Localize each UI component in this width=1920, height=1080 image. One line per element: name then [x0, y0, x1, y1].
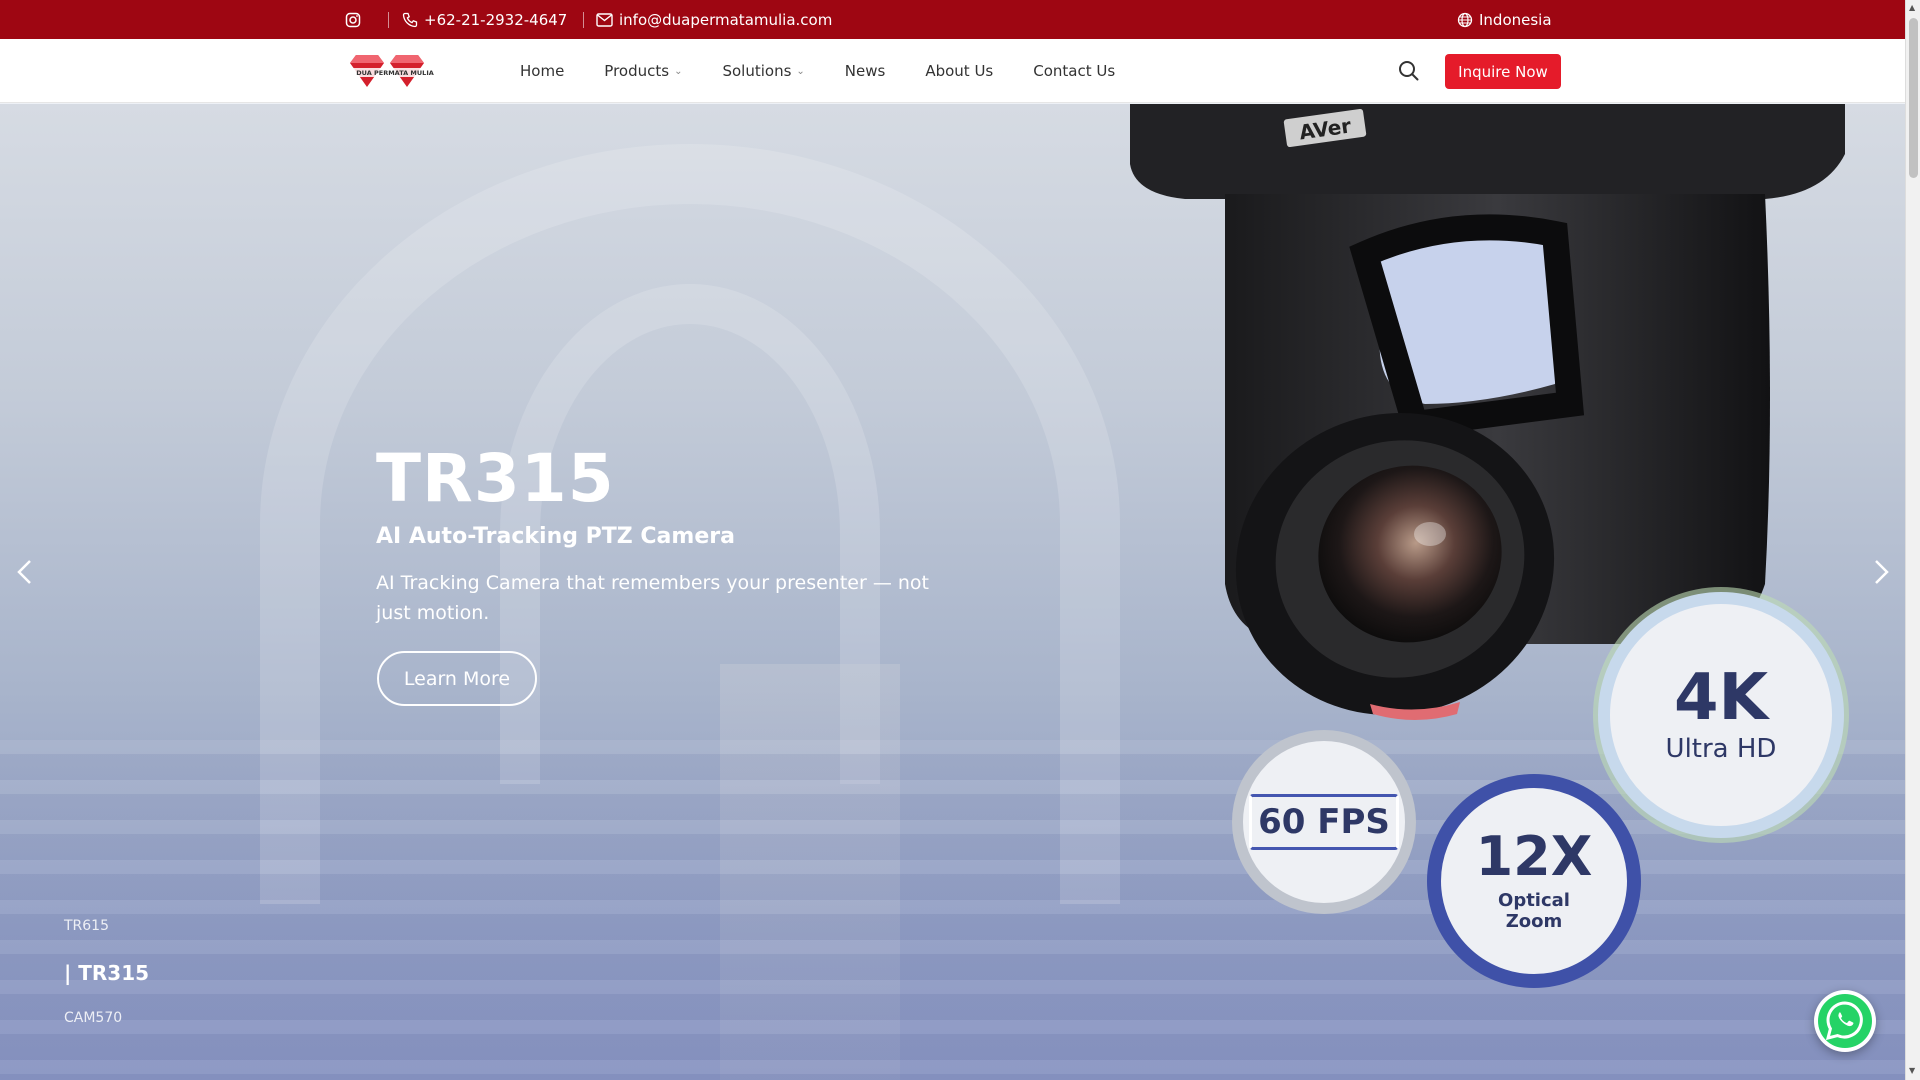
badge-res-big: 4K [1673, 661, 1769, 735]
phone-link[interactable]: +62-21-2932-4647 [402, 0, 567, 39]
badge-fps: 60 FPS [1249, 794, 1399, 850]
slide-tab-tr315[interactable]: | TR315 [64, 961, 149, 985]
hero-subtitle: AI Auto-Tracking PTZ Camera [376, 524, 735, 549]
globe-icon [1457, 12, 1473, 27]
mail-icon [596, 12, 613, 27]
nav-item-about[interactable]: About Us [925, 62, 993, 80]
badge-4k: 4K Ultra HD [1598, 592, 1844, 838]
nav-label: Solutions [722, 62, 792, 80]
next-slide-button[interactable] [1866, 555, 1896, 589]
scroll-down-icon[interactable]: ▼ [1909, 1066, 1915, 1075]
email-link[interactable]: info@duapermatamulia.com [596, 0, 832, 39]
badge-zoom-line2: Zoom [1505, 911, 1563, 932]
main-nav: DUA PERMATA MULIA Home Products ⌄ Solutio… [0, 39, 1905, 103]
language-label: Indonesia [1479, 10, 1552, 29]
chevron-right-icon [1875, 560, 1889, 584]
site-logo[interactable]: DUA PERMATA MULIA [350, 49, 440, 93]
divider [583, 12, 584, 28]
chevron-down-icon: ⌄ [796, 65, 805, 77]
nav-item-news[interactable]: News [845, 62, 886, 80]
nav-item-products[interactable]: Products ⌄ [604, 62, 682, 80]
chevron-down-icon: ⌄ [674, 65, 683, 77]
hero-title: TR315 [376, 440, 615, 517]
nav-label: News [844, 62, 886, 80]
search-icon [1399, 61, 1419, 81]
divider [388, 12, 389, 28]
nav-menu: Home Products ⌄ Solutions ⌄ News About Us … [520, 39, 1115, 103]
top-bar: +62-21-2932-4647 info@duapermatamulia.co… [0, 0, 1905, 39]
nav-item-home[interactable]: Home [520, 62, 564, 80]
badge-zoom-big: 12X [1475, 825, 1593, 888]
chevron-left-icon [17, 560, 31, 584]
instagram-link[interactable] [345, 0, 361, 39]
nav-label: Products [604, 62, 670, 80]
whatsapp-chat-button[interactable] [1814, 990, 1876, 1052]
badge-12x-zoom: 12X Optical Zoom [1427, 774, 1641, 988]
hero-description: AI Tracking Camera that remembers your p… [376, 572, 929, 624]
badge-res-small: Ultra HD [1665, 734, 1777, 764]
inquire-now-button[interactable]: Inquire Now [1445, 54, 1561, 89]
prev-slide-button[interactable] [10, 555, 40, 589]
badge-zoom-line1: Optical [1498, 890, 1570, 911]
scrollbar-thumb[interactable] [1909, 18, 1918, 178]
phone-number: +62-21-2932-4647 [424, 10, 568, 29]
nav-label: About Us [925, 62, 994, 80]
nav-label: Contact Us [1033, 62, 1116, 80]
badge-60fps: 60 FPS [1232, 730, 1416, 914]
search-button[interactable] [1397, 59, 1421, 83]
email-address: info@duapermatamulia.com [619, 10, 833, 29]
nav-item-contact[interactable]: Contact Us [1033, 62, 1115, 80]
scroll-up-icon[interactable]: ▲ [1909, 3, 1915, 12]
learn-more-button[interactable]: Learn More [377, 651, 537, 706]
nav-label: Home [520, 62, 565, 80]
slide-tab-cam570[interactable]: CAM570 [64, 1010, 122, 1026]
logo-text: DUA PERMATA MULIA [356, 69, 434, 77]
language-selector[interactable]: Indonesia [1457, 0, 1552, 39]
page-scrollbar[interactable]: ▲ ▼ [1905, 0, 1920, 1080]
nav-item-solutions[interactable]: Solutions ⌄ [722, 62, 804, 80]
slide-tab-tr615[interactable]: TR615 [64, 918, 109, 934]
phone-icon [402, 12, 418, 27]
instagram-icon [345, 12, 361, 27]
whatsapp-icon [1818, 994, 1872, 1048]
